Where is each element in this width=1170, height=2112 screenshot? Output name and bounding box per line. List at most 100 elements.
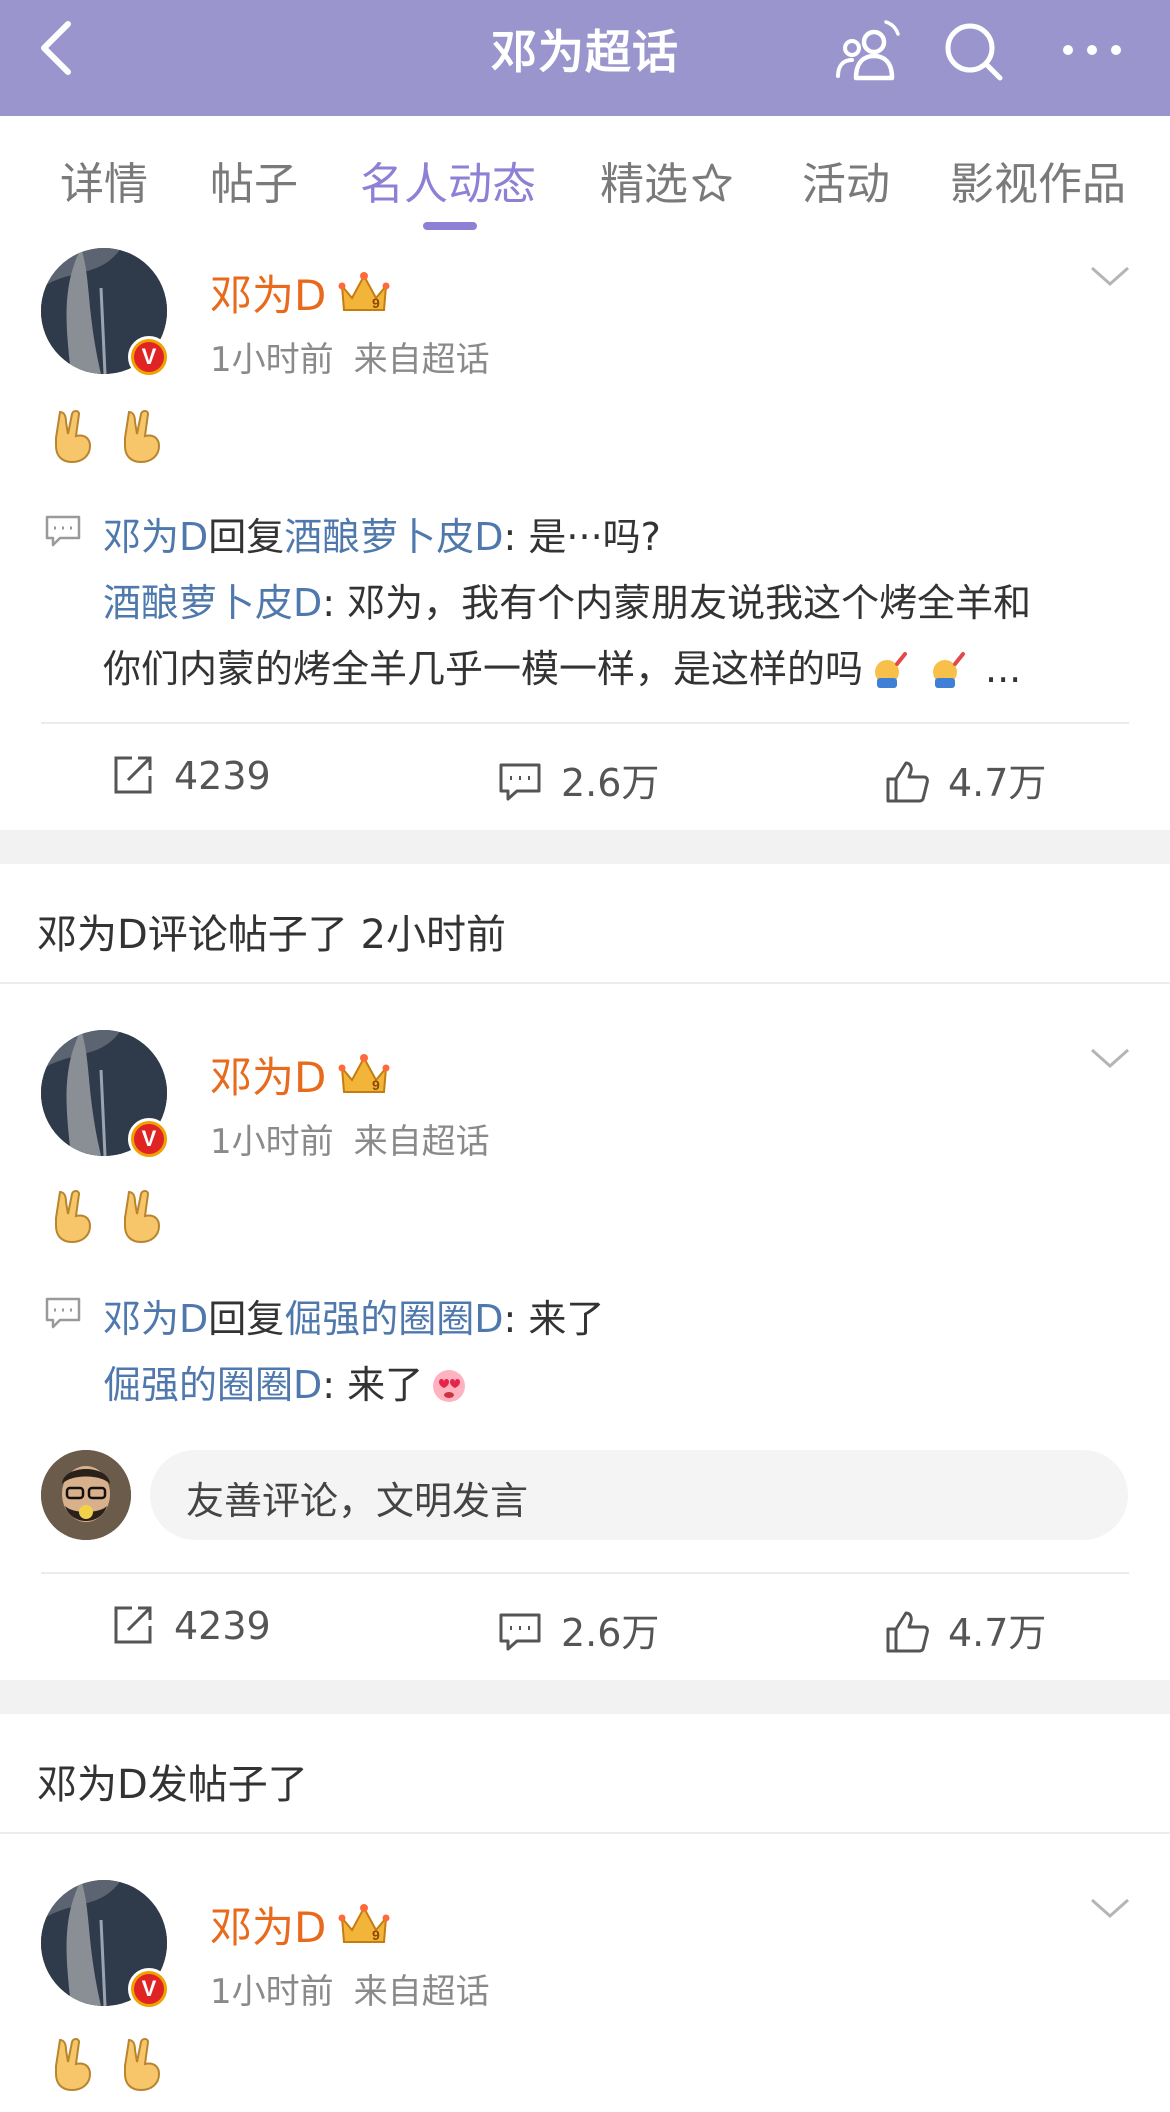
repost-count: 4239	[174, 1604, 271, 1648]
current-user-avatar[interactable]	[41, 1450, 131, 1540]
search-button[interactable]	[938, 16, 1010, 88]
celebrate-emoji-icon	[875, 652, 908, 688]
star-icon	[692, 163, 732, 202]
post-source[interactable]: 来自超话	[354, 1972, 490, 2012]
victory-hand-icon	[124, 1190, 161, 1244]
people-button[interactable]	[830, 16, 902, 88]
emoji-row	[48, 2036, 181, 2096]
post-author[interactable]: 邓为D 9	[210, 1894, 392, 1955]
comment-icon	[499, 763, 541, 801]
reply-content: : 来了	[503, 1297, 605, 1341]
post-time: 1小时前	[210, 1122, 334, 1162]
repost-button[interactable]: 4239	[110, 1602, 271, 1648]
tab-featured[interactable]: 精选	[600, 148, 734, 212]
quoted-content: : 邓为，我有个内蒙朋友说我这个烤全羊和	[322, 581, 1032, 625]
comment-placeholder: 友善评论，文明发言	[186, 1479, 529, 1523]
share-icon	[114, 756, 152, 794]
comment-button[interactable]: 2.6万	[497, 1602, 659, 1657]
thumbs-up-icon	[886, 761, 929, 803]
reply-target-link[interactable]: 酒酿萝卜皮D	[284, 515, 503, 559]
people-icon	[836, 20, 900, 81]
active-tab-indicator	[423, 222, 477, 230]
search-icon	[945, 23, 1003, 81]
crown-badge-icon: 9	[338, 272, 390, 311]
repost-button[interactable]: 4239	[110, 752, 271, 798]
verified-badge: V	[128, 1118, 170, 1160]
post-time: 1小时前	[210, 340, 334, 380]
like-count: 4.7万	[948, 1611, 1047, 1655]
tab-activities[interactable]: 活动	[802, 148, 890, 212]
reply-verb: 回复	[208, 1297, 285, 1341]
thumbs-up-icon	[886, 1611, 929, 1653]
tab-featured-label: 精选	[600, 159, 688, 210]
chevron-down-icon[interactable]	[1088, 1044, 1132, 1072]
post-author-name: 邓为D	[210, 1053, 327, 1102]
post-author[interactable]: 邓为D 9	[210, 1044, 392, 1105]
top-nav-bar: 邓为超话	[0, 0, 1170, 116]
quoted-comment-line-1[interactable]: 酒酿萝卜皮D: 邓为，我有个内蒙朋友说我这个烤全羊和	[103, 572, 1031, 627]
like-count: 4.7万	[948, 761, 1047, 805]
verified-badge: V	[128, 1968, 170, 2010]
victory-hand-icon	[55, 410, 92, 464]
reply-author-link[interactable]: 邓为D	[103, 515, 208, 559]
post-author[interactable]: 邓为D 9	[210, 262, 392, 323]
comment-button[interactable]: 2.6万	[497, 752, 659, 807]
like-button[interactable]: 4.7万	[884, 752, 1046, 807]
avatar-image	[41, 1450, 131, 1540]
quoted-author-link[interactable]: 酒酿萝卜皮D	[103, 581, 322, 625]
tab-bar: 详情 帖子 名人动态 精选 活动 影视作品	[0, 116, 1170, 238]
reply-text[interactable]: 邓为D回复酒酿萝卜皮D: 是···吗?	[103, 506, 661, 561]
tab-details[interactable]: 详情	[60, 148, 148, 212]
quoted-comment-line-1[interactable]: 倔强的圈圈D: 来了	[103, 1354, 469, 1409]
section-gap	[0, 830, 1170, 864]
reply-verb: 回复	[208, 515, 285, 559]
comment-reply-icon	[45, 515, 81, 547]
repost-count: 4239	[174, 754, 271, 798]
comment-count: 2.6万	[561, 761, 660, 805]
post-meta: 1小时前 来自超话	[210, 332, 490, 381]
svg-text:9: 9	[372, 295, 380, 311]
crown-badge-icon: 9	[338, 1904, 390, 1943]
post-meta: 1小时前 来自超话	[210, 1964, 490, 2013]
post-source[interactable]: 来自超话	[354, 340, 490, 380]
verified-badge: V	[128, 336, 170, 378]
post-source[interactable]: 来自超话	[354, 1122, 490, 1162]
quoted-comment-line-2[interactable]: 你们内蒙的烤全羊几乎一模一样，是这样的吗 ...	[103, 638, 1021, 693]
crown-badge-icon: 9	[338, 1054, 390, 1093]
chevron-down-icon[interactable]	[1088, 1894, 1132, 1922]
reply-target-link[interactable]: 倔强的圈圈D	[284, 1297, 503, 1341]
activity-header: 邓为D发帖子了	[37, 1762, 308, 1808]
emoji-row	[48, 408, 181, 468]
section-gap	[0, 1680, 1170, 1714]
divider	[41, 722, 1129, 724]
share-icon	[114, 1606, 152, 1644]
more-button[interactable]	[1056, 16, 1128, 88]
post-author-name: 邓为D	[210, 1903, 327, 1952]
reply-text[interactable]: 邓为D回复倔强的圈圈D: 来了	[103, 1288, 604, 1343]
tab-posts[interactable]: 帖子	[210, 148, 298, 212]
quoted-content: : 来了	[322, 1363, 424, 1407]
post-meta: 1小时前 来自超话	[210, 1114, 490, 1163]
svg-text:9: 9	[372, 1927, 380, 1943]
comment-count: 2.6万	[561, 1611, 660, 1655]
chevron-down-icon[interactable]	[1088, 262, 1132, 290]
reply-author-link[interactable]: 邓为D	[103, 1297, 208, 1341]
reply-content: : 是···吗?	[503, 515, 661, 559]
heart-eyes-emoji-icon	[433, 1370, 466, 1402]
victory-hand-icon	[55, 1190, 92, 1244]
quoted-content-continued: 你们内蒙的烤全羊几乎一模一样，是这样的吗	[103, 647, 864, 691]
quoted-author-link[interactable]: 倔强的圈圈D	[103, 1363, 322, 1407]
svg-text:9: 9	[372, 1077, 380, 1093]
tab-works[interactable]: 影视作品	[950, 148, 1126, 212]
truncation-ellipsis: ...	[985, 647, 1022, 691]
more-icon	[1063, 45, 1121, 55]
comment-icon	[499, 1613, 541, 1651]
tab-celebrity-feed[interactable]: 名人动态	[360, 148, 536, 212]
comment-input[interactable]: 友善评论，文明发言	[150, 1450, 1128, 1540]
emoji-row	[48, 1188, 181, 1248]
like-button[interactable]: 4.7万	[884, 1602, 1046, 1657]
victory-hand-icon	[124, 2038, 161, 2092]
victory-hand-icon	[124, 410, 161, 464]
divider	[41, 1572, 1129, 1574]
victory-hand-icon	[55, 2038, 92, 2092]
